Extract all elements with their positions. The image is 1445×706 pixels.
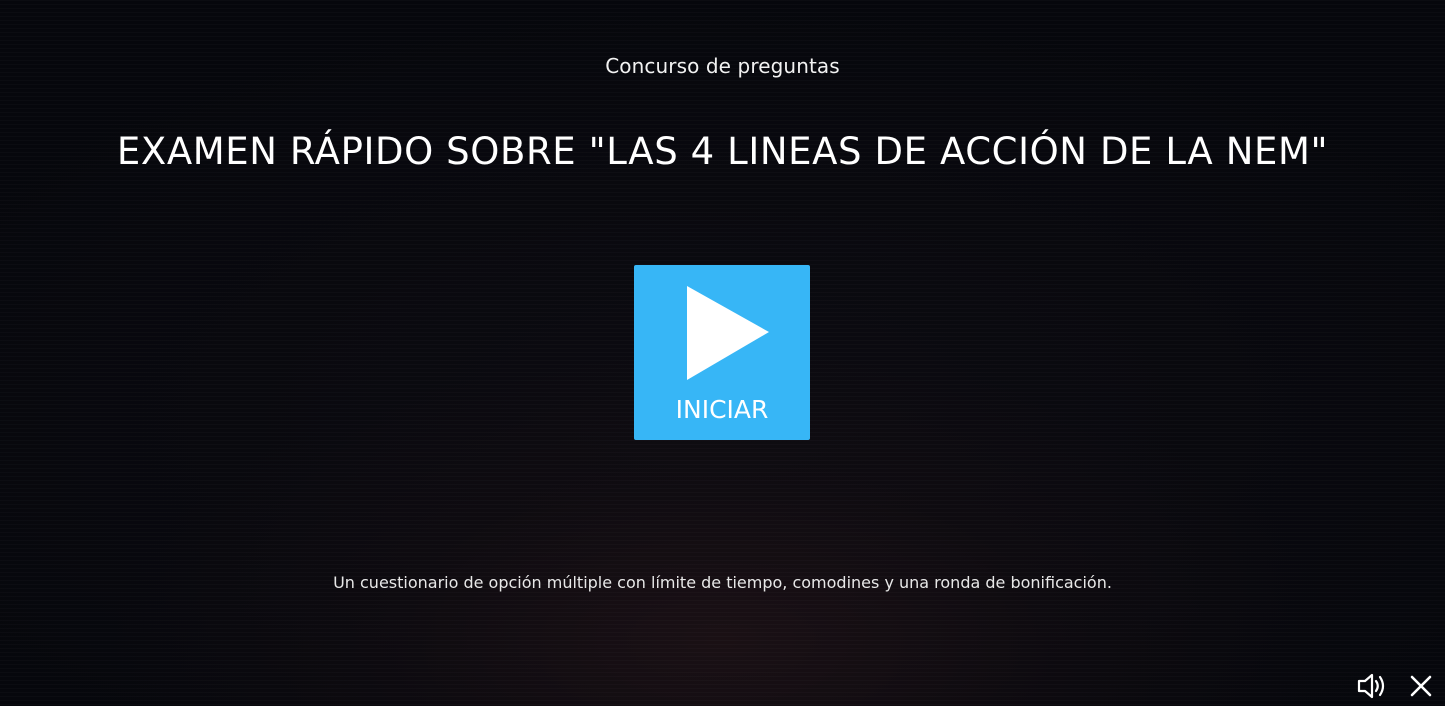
quiz-description: Un cuestionario de opción múltiple con l… bbox=[333, 573, 1112, 592]
close-button[interactable] bbox=[1405, 670, 1437, 702]
start-button-label: INICIAR bbox=[675, 395, 769, 424]
close-icon bbox=[1410, 675, 1432, 697]
sound-toggle-button[interactable] bbox=[1356, 670, 1388, 702]
start-button[interactable]: INICIAR bbox=[634, 265, 810, 440]
quiz-category-label: Concurso de preguntas bbox=[605, 54, 840, 78]
quiz-title: EXAMEN RÁPIDO SOBRE "LAS 4 LINEAS DE ACC… bbox=[116, 130, 1329, 173]
speaker-volume-icon bbox=[1357, 673, 1385, 699]
play-icon bbox=[687, 286, 769, 380]
